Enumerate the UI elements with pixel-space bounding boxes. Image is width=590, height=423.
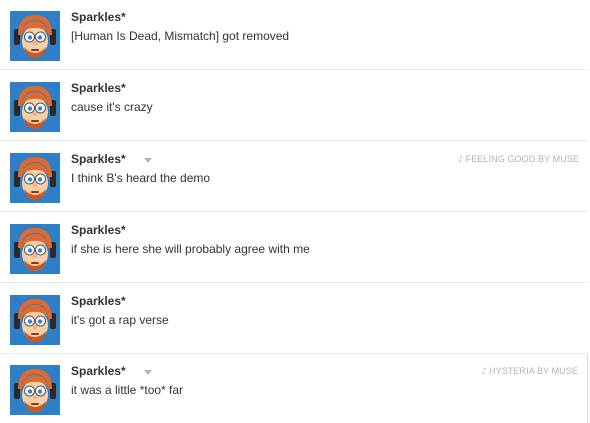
chat-message: Sparkles* it's got a rap verse — [0, 284, 588, 354]
message-text: cause it's crazy — [71, 100, 153, 114]
message-text: [Human Is Dead, Mismatch] got removed — [71, 29, 290, 43]
user-avatar-icon[interactable] — [10, 11, 60, 61]
music-note-icon: ♪ — [457, 155, 464, 165]
chat-message: Sparkles* [Human Is Dead, Mismatch] got … — [0, 0, 588, 70]
message-author[interactable]: Sparkles* — [71, 364, 126, 378]
now-playing-song[interactable]: ♪ FEELING GOOD BY MUSE — [458, 154, 579, 165]
message-author[interactable]: Sparkles* — [71, 81, 126, 95]
user-avatar-icon[interactable] — [10, 153, 60, 203]
message-text: it's got a rap verse — [71, 313, 169, 327]
chat-message: Sparkles* if she is here she will probab… — [0, 213, 588, 283]
message-author[interactable]: Sparkles* — [71, 294, 126, 308]
message-author[interactable]: Sparkles* — [71, 223, 126, 237]
message-text: it was a little *too* far — [71, 383, 184, 397]
message-author[interactable]: Sparkles* — [71, 152, 126, 166]
user-avatar-icon[interactable] — [10, 295, 60, 345]
now-playing-label: FEELING GOOD BY MUSE — [465, 154, 579, 164]
chat-message: Sparkles* I think B's heard the demo ♪ FE… — [0, 142, 588, 212]
user-avatar-icon[interactable] — [10, 365, 60, 415]
message-options-caret-icon[interactable] — [144, 158, 152, 163]
now-playing-label: HYSTERIA BY MUSE — [489, 366, 578, 376]
message-text: if she is here she will probably agree w… — [71, 242, 310, 256]
chat-message: Sparkles* it was a little *too* far ♪ HYS… — [0, 354, 588, 423]
message-options-caret-icon[interactable] — [144, 370, 152, 375]
user-avatar-icon[interactable] — [10, 224, 60, 274]
music-note-icon: ♪ — [481, 367, 488, 377]
chat-feed: Sparkles* [Human Is Dead, Mismatch] got … — [0, 0, 590, 423]
chat-message: Sparkles* cause it's crazy — [0, 71, 588, 141]
message-author[interactable]: Sparkles* — [71, 10, 126, 24]
user-avatar-icon[interactable] — [10, 82, 60, 132]
message-text: I think B's heard the demo — [71, 171, 211, 185]
now-playing-song[interactable]: ♪ HYSTERIA BY MUSE — [481, 366, 578, 377]
